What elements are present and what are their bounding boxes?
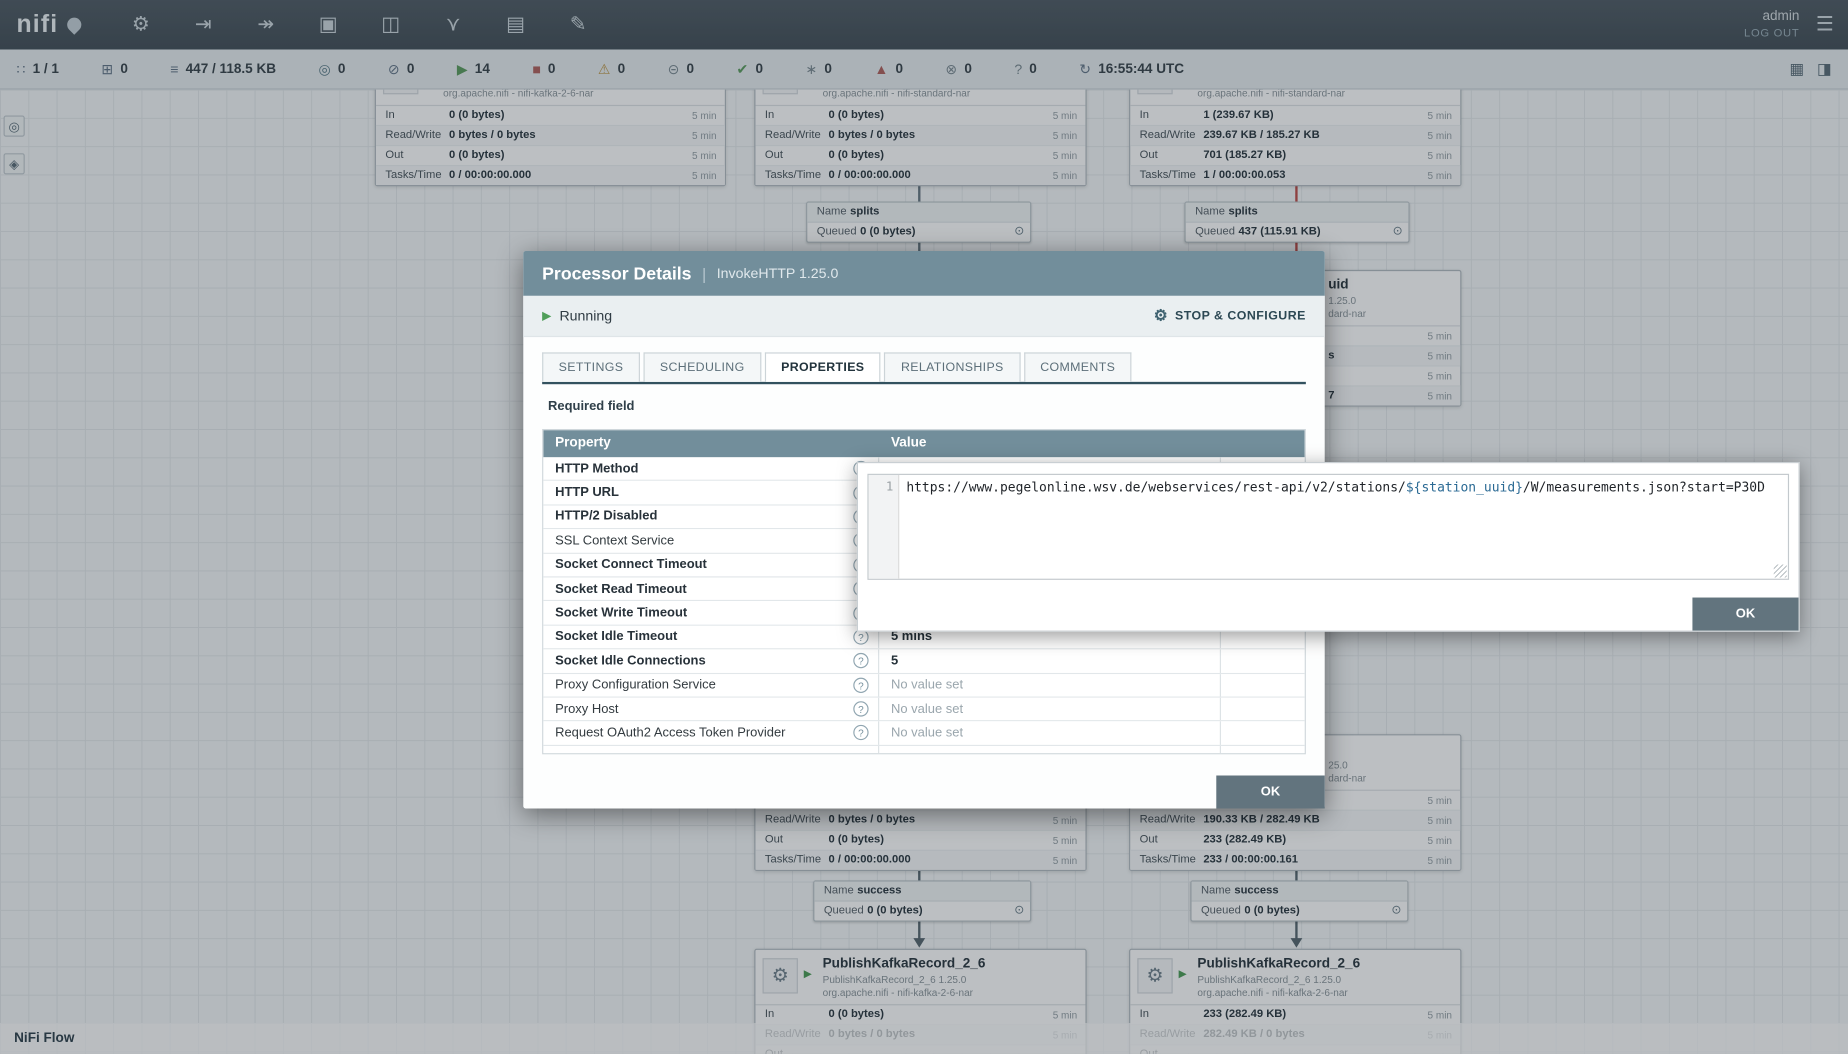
- property-name: Proxy Host: [555, 702, 618, 716]
- property-row[interactable]: [543, 746, 1304, 755]
- property-name-cell: HTTP/2 Disabled ?: [543, 505, 879, 528]
- property-row[interactable]: Proxy Host ? No value set: [543, 698, 1304, 722]
- property-name-cell: Proxy Host ?: [543, 698, 879, 721]
- property-name: Socket Connect Timeout: [555, 558, 707, 572]
- help-icon: ?: [853, 677, 868, 692]
- url-prefix-text: https://www.pegelonline.wsv.de/webservic…: [906, 480, 1406, 495]
- resize-handle[interactable]: [1774, 565, 1787, 578]
- run-state: ▶ Running: [542, 308, 612, 325]
- value-editor[interactable]: 1 https://www.pegelonline.wsv.de/webserv…: [867, 474, 1789, 580]
- dialog-title-separator: |: [702, 265, 706, 283]
- property-row[interactable]: Request OAuth2 Access Token Provider ? N…: [543, 722, 1304, 746]
- property-name-cell: Socket Idle Timeout ?: [543, 626, 879, 649]
- run-state-label: Running: [559, 308, 612, 325]
- property-name-cell: SSL Context Service ?: [543, 529, 879, 552]
- help-icon: ?: [853, 701, 868, 716]
- value-column-header: Value: [879, 430, 1221, 457]
- property-name: HTTP/2 Disabled: [555, 510, 657, 524]
- help-icon: ?: [853, 725, 868, 740]
- tab-settings[interactable]: SETTINGS: [542, 352, 640, 381]
- tab-relationships[interactable]: RELATIONSHIPS: [884, 352, 1020, 381]
- property-value[interactable]: No value set: [879, 722, 1221, 745]
- tab-comments[interactable]: COMMENTS: [1024, 352, 1132, 381]
- running-icon: ▶: [542, 309, 551, 322]
- editor-ok-button[interactable]: OK: [1692, 598, 1798, 631]
- property-value[interactable]: [879, 746, 1221, 755]
- stop-configure-label: STOP & CONFIGURE: [1175, 309, 1306, 323]
- property-name-cell: Socket Write Timeout ?: [543, 601, 879, 624]
- dialog-subtitle: InvokeHTTP 1.25.0: [717, 265, 839, 282]
- stop-configure-button[interactable]: ⚙ STOP & CONFIGURE: [1154, 306, 1306, 325]
- help-icon: ?: [853, 653, 868, 668]
- line-number: 1: [886, 480, 893, 494]
- property-name-cell: Socket Read Timeout ?: [543, 577, 879, 600]
- expression-language-text: ${station_uuid}: [1406, 480, 1523, 495]
- property-value[interactable]: 5: [879, 650, 1221, 673]
- property-name-cell: HTTP Method ?: [543, 457, 879, 480]
- property-name: Socket Write Timeout: [555, 606, 687, 620]
- property-row-spacer: [1221, 746, 1305, 755]
- property-name: Socket Read Timeout: [555, 582, 687, 596]
- property-value[interactable]: No value set: [879, 674, 1221, 697]
- property-name-cell: Request OAuth2 Access Token Provider ?: [543, 722, 879, 745]
- property-name-cell: Socket Connect Timeout ?: [543, 553, 879, 576]
- dialog-header[interactable]: Processor Details | InvokeHTTP 1.25.0: [523, 251, 1324, 296]
- dialog-title: Processor Details: [542, 263, 691, 283]
- property-name-cell: Proxy Configuration Service ?: [543, 674, 879, 697]
- dialog-tabs: SETTINGSSCHEDULINGPROPERTIESRELATIONSHIP…: [542, 352, 1306, 384]
- property-value[interactable]: No value set: [879, 698, 1221, 721]
- url-suffix-text: /W/measurements.json?start=P30D: [1523, 480, 1765, 495]
- property-name-cell: HTTP URL ?: [543, 481, 879, 504]
- property-name: HTTP URL: [555, 486, 619, 500]
- stop-configure-icon: ⚙: [1154, 306, 1168, 325]
- tab-properties[interactable]: PROPERTIES: [765, 352, 881, 381]
- property-name: Proxy Configuration Service: [555, 678, 716, 692]
- property-name: SSL Context Service: [555, 534, 674, 548]
- nifi-application: nifi ⚙⇥↠▣◫⋎▤✎ admin LOG OUT ☰ ∷ 1 / 1 ⊞ …: [0, 0, 1848, 1054]
- property-row-spacer: [1221, 674, 1305, 697]
- property-name: Request OAuth2 Access Token Provider: [555, 726, 785, 740]
- required-field-label: Required field: [548, 400, 634, 414]
- property-row-spacer: [1221, 650, 1305, 673]
- line-number-gutter: 1: [869, 475, 900, 579]
- property-name-cell: Socket Idle Connections ?: [543, 650, 879, 673]
- property-row[interactable]: Socket Idle Connections ? 5: [543, 650, 1304, 674]
- property-name: HTTP Method: [555, 462, 638, 476]
- stage: nifi ⚙⇥↠▣◫⋎▤✎ admin LOG OUT ☰ ∷ 1 / 1 ⊞ …: [0, 0, 1848, 1054]
- property-row-spacer: [1221, 698, 1305, 721]
- property-name-cell: [543, 746, 879, 755]
- dialog-status-bar: ▶ Running ⚙ STOP & CONFIGURE: [523, 296, 1324, 337]
- value-editor-text[interactable]: https://www.pegelonline.wsv.de/webservic…: [899, 475, 1788, 579]
- property-name: Socket Idle Connections: [555, 654, 706, 668]
- property-name: Socket Idle Timeout: [555, 630, 677, 644]
- property-row[interactable]: Proxy Configuration Service ? No value s…: [543, 674, 1304, 698]
- tab-scheduling[interactable]: SCHEDULING: [643, 352, 761, 381]
- value-editor-popup: 1 https://www.pegelonline.wsv.de/webserv…: [857, 462, 1800, 632]
- dialog-ok-button[interactable]: OK: [1216, 775, 1324, 808]
- property-row-spacer: [1221, 722, 1305, 745]
- properties-table-header: Property Value: [543, 430, 1304, 457]
- property-column-header: Property: [543, 430, 879, 457]
